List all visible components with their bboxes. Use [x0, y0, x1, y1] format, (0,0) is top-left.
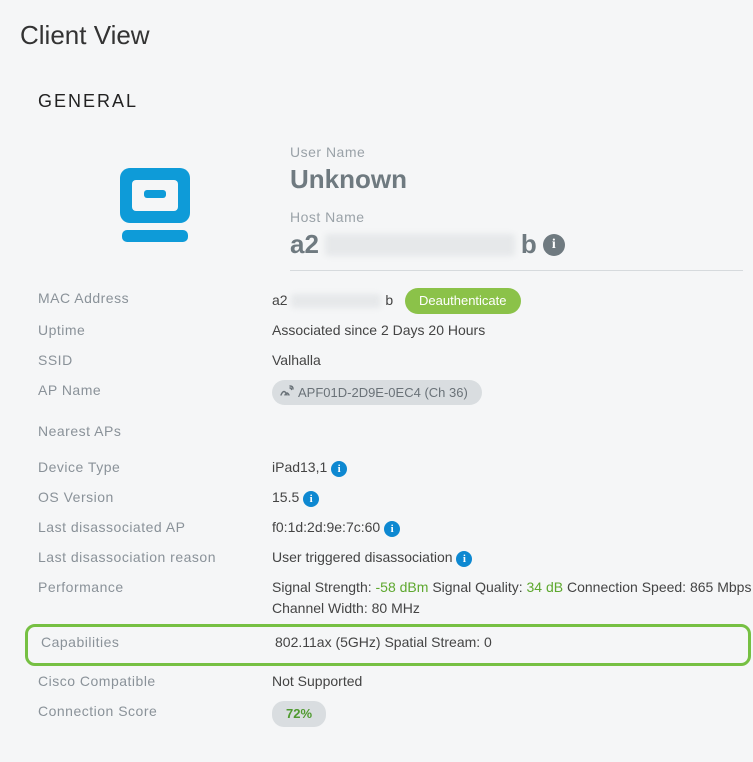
row-capabilities: Capabilities 802.11ax (5GHz) Spatial Str… — [28, 629, 748, 659]
row-devtype: Device Type iPad13,1 i — [20, 454, 753, 484]
row-lastap: Last disassociated AP f0:1d:2d:9e:7c:60 … — [20, 514, 753, 544]
details-rows: MAC Address a2 b Deauthenticate Uptime A… — [20, 285, 753, 730]
cisco-value: Not Supported — [272, 671, 753, 692]
lastreason-label: Last disassociation reason — [20, 547, 272, 565]
hostname-suffix: b — [521, 229, 537, 260]
mac-label: MAC Address — [20, 288, 272, 306]
performance-value: Signal Strength: -58 dBm Signal Quality:… — [272, 577, 753, 619]
info-icon[interactable]: i — [384, 521, 400, 537]
deauthenticate-button[interactable]: Deauthenticate — [405, 288, 520, 314]
section-title-general: GENERAL — [38, 91, 753, 112]
ssid-label: SSID — [20, 350, 272, 368]
score-badge: 72% — [272, 701, 326, 727]
devtype-label: Device Type — [20, 457, 272, 475]
row-score: Connection Score 72% — [20, 698, 753, 730]
info-icon[interactable]: i — [456, 551, 472, 567]
cisco-label: Cisco Compatible — [20, 671, 272, 689]
page-title: Client View — [20, 20, 753, 51]
device-monitor-icon — [110, 160, 200, 255]
row-uptime: Uptime Associated since 2 Days 20 Hours — [20, 317, 753, 347]
uptime-label: Uptime — [20, 320, 272, 338]
score-label: Connection Score — [20, 701, 272, 719]
lastap-value: f0:1d:2d:9e:7c:60 — [272, 519, 380, 535]
apname-value: APF01D-2D9E-0EC4 (Ch 36) — [298, 383, 468, 403]
uptime-value: Associated since 2 Days 20 Hours — [272, 320, 753, 341]
device-icon-wrap — [20, 130, 290, 275]
row-nearest: Nearest APs — [20, 418, 753, 454]
hostname-prefix: a2 — [290, 229, 319, 260]
performance-label: Performance — [20, 577, 272, 595]
info-icon[interactable]: i — [543, 234, 565, 256]
os-value: 15.5 — [272, 489, 299, 505]
username-value: Unknown — [290, 164, 743, 195]
hostname-label: Host Name — [290, 209, 743, 225]
mac-redacted — [291, 294, 381, 308]
mac-value: a2 b Deauthenticate — [272, 288, 753, 314]
info-icon[interactable]: i — [303, 491, 319, 507]
username-label: User Name — [290, 144, 743, 160]
signal-icon — [280, 383, 294, 401]
capabilities-value: 802.11ax (5GHz) Spatial Stream: 0 — [275, 632, 748, 653]
apname-label: AP Name — [20, 380, 272, 398]
hostname-redacted — [325, 234, 515, 256]
divider — [290, 270, 743, 271]
row-lastreason: Last disassociation reason User triggere… — [20, 544, 753, 574]
ssid-value: Valhalla — [272, 350, 753, 371]
row-ssid: SSID Valhalla — [20, 347, 753, 377]
capabilities-highlight: Capabilities 802.11ax (5GHz) Spatial Str… — [25, 624, 751, 666]
os-label: OS Version — [20, 487, 272, 505]
capabilities-label: Capabilities — [28, 632, 275, 650]
lastap-label: Last disassociated AP — [20, 517, 272, 535]
info-icon[interactable]: i — [331, 461, 347, 477]
row-mac: MAC Address a2 b Deauthenticate — [20, 285, 753, 317]
row-cisco: Cisco Compatible Not Supported — [20, 668, 753, 698]
devtype-value: iPad13,1 — [272, 459, 327, 475]
ap-badge[interactable]: APF01D-2D9E-0EC4 (Ch 36) — [272, 380, 482, 406]
row-os: OS Version 15.5 i — [20, 484, 753, 514]
lastreason-value: User triggered disassociation — [272, 549, 453, 565]
row-apname: AP Name APF01D-2D9E-0EC4 (Ch 36) — [20, 377, 753, 409]
row-performance: Performance Signal Strength: -58 dBm Sig… — [20, 574, 753, 622]
nearest-label: Nearest APs — [20, 421, 272, 439]
